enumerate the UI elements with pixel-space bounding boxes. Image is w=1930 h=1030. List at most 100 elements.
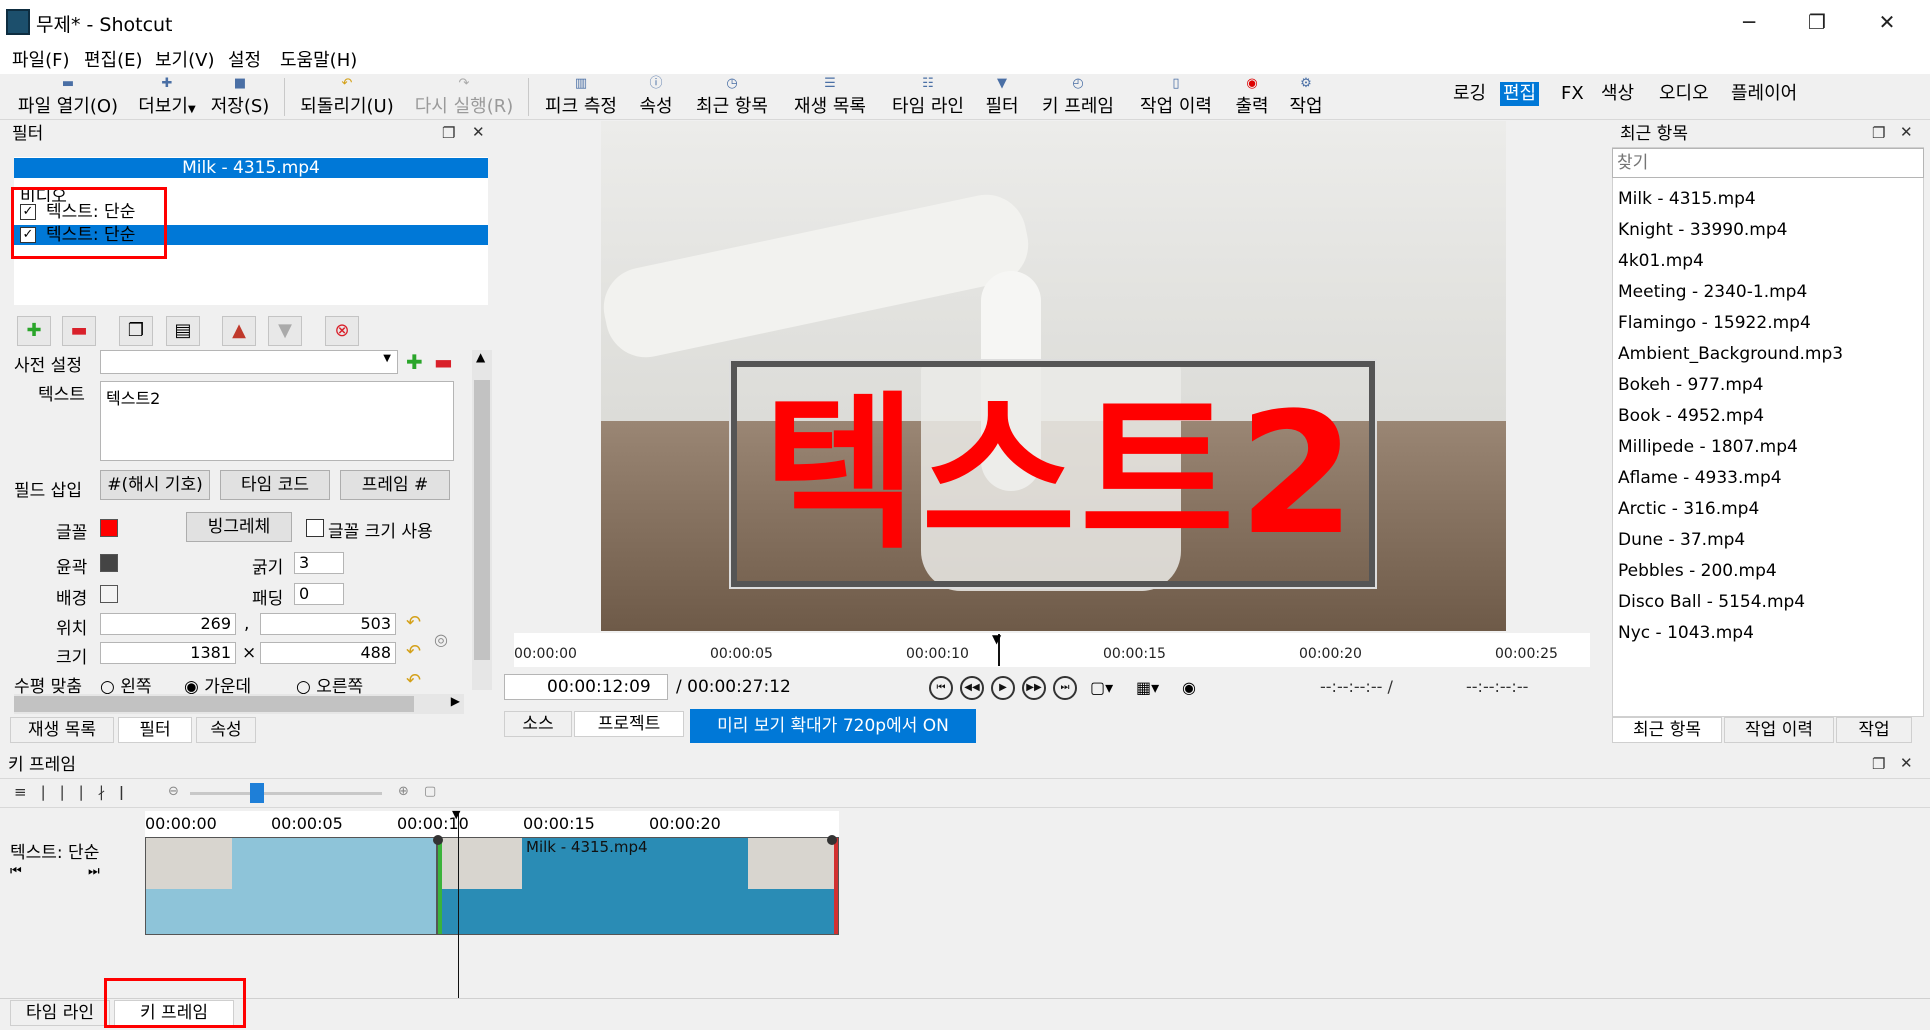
properties-button[interactable]: ⓘ 속성 bbox=[636, 76, 676, 118]
menu-settings[interactable]: 설정 bbox=[228, 46, 261, 72]
zoom-in-icon[interactable]: ⊕ bbox=[398, 784, 409, 799]
history-button[interactable]: ▯ 작업 이력 bbox=[1134, 76, 1218, 118]
size-height-input[interactable]: 488 bbox=[260, 642, 396, 664]
maximize-button[interactable]: ❐ bbox=[1792, 6, 1842, 38]
tab-playlist[interactable]: 재생 목록 bbox=[10, 717, 114, 743]
skip-start-icon[interactable]: ⏮ bbox=[929, 676, 953, 700]
clip-inactive-region[interactable] bbox=[145, 837, 437, 935]
zoom-slider-track[interactable] bbox=[190, 792, 382, 795]
keyframes-playhead[interactable] bbox=[458, 811, 459, 998]
layout-editing[interactable]: 편집 bbox=[1500, 82, 1540, 106]
save-button[interactable]: ■ 저장(S) bbox=[208, 76, 272, 118]
preset-select[interactable]: ▼ bbox=[100, 350, 398, 374]
recent-item[interactable]: Disco Ball - 5154.mp4 bbox=[1618, 592, 1805, 612]
grid-toggle-icon[interactable]: ▦▾ bbox=[1136, 678, 1159, 697]
recent-item[interactable]: Milk - 4315.mp4 bbox=[1618, 189, 1756, 209]
layout-logging[interactable]: 로깅 bbox=[1450, 82, 1489, 106]
padding-spinbox[interactable]: 0 bbox=[294, 583, 344, 605]
close-panel-icon[interactable]: ✕ bbox=[1900, 123, 1913, 141]
paste-filter-button[interactable]: ▤ bbox=[166, 316, 200, 346]
redo-button[interactable]: ↷ 다시 실행(R) bbox=[410, 76, 518, 118]
insert-hash-button[interactable]: #(해시 기호) bbox=[100, 470, 210, 500]
recent-button[interactable]: ◷ 최근 항목 bbox=[690, 76, 774, 118]
filter-horizontal-scrollbar[interactable]: ▶ bbox=[14, 694, 464, 714]
timeline-button[interactable]: ☷ 타임 라인 bbox=[886, 76, 970, 118]
export-button[interactable]: ◉ 출력 bbox=[1232, 76, 1272, 118]
recent-item[interactable]: Meeting - 2340-1.mp4 bbox=[1618, 282, 1807, 302]
rewind-icon[interactable]: ◀◀ bbox=[960, 676, 984, 700]
font-size-checkbox[interactable] bbox=[306, 519, 324, 537]
fast-forward-icon[interactable]: ▶▶ bbox=[1022, 676, 1046, 700]
move-down-button[interactable]: ▼ bbox=[268, 316, 302, 346]
current-timecode-input[interactable]: 00:00:12:09 bbox=[504, 674, 668, 700]
layout-player[interactable]: 플레이어 bbox=[1728, 82, 1800, 106]
skip-end-icon[interactable]: ⏭ bbox=[1053, 676, 1077, 700]
recent-item[interactable]: Arctic - 316.mp4 bbox=[1618, 499, 1759, 519]
reset-size-icon[interactable]: ↶ bbox=[406, 641, 421, 662]
recent-item[interactable]: 4k01.mp4 bbox=[1618, 251, 1704, 271]
tab-history[interactable]: 작업 이력 bbox=[1724, 717, 1834, 743]
tab-jobs[interactable]: 작업 bbox=[1836, 717, 1912, 743]
recent-item[interactable]: Aflame - 4933.mp4 bbox=[1618, 468, 1782, 488]
more-button[interactable]: ✚ 더보기▼ bbox=[136, 76, 198, 118]
filter-vertical-scrollbar[interactable]: ▲ bbox=[472, 350, 492, 690]
deselect-filter-button[interactable]: ⊗ bbox=[325, 316, 359, 346]
layout-audio[interactable]: 오디오 bbox=[1656, 82, 1712, 106]
prev-keyframe-icon[interactable]: ⏮ bbox=[10, 864, 22, 879]
keyframe-point[interactable] bbox=[433, 835, 443, 845]
keyframe-tool-icons[interactable]: ≡|||∤ǀ bbox=[14, 783, 138, 801]
recent-item[interactable]: Flamingo - 15922.mp4 bbox=[1618, 313, 1811, 333]
next-keyframe-icon[interactable]: ⏭ bbox=[88, 864, 100, 879]
tab-recent[interactable]: 최근 항목 bbox=[1612, 717, 1722, 743]
undo-button[interactable]: ↶ 되돌리기(U) bbox=[296, 76, 398, 118]
recent-item[interactable]: Ambient_Background.mp3 bbox=[1618, 344, 1843, 364]
player-ruler[interactable] bbox=[514, 633, 1590, 667]
recent-search-input[interactable] bbox=[1612, 148, 1924, 178]
recent-item[interactable]: Millipede - 1807.mp4 bbox=[1618, 437, 1798, 457]
volume-icon[interactable]: ◉ bbox=[1182, 678, 1196, 697]
minimize-button[interactable]: ─ bbox=[1724, 6, 1774, 38]
move-up-button[interactable]: ▲ bbox=[222, 316, 256, 346]
tab-properties[interactable]: 속성 bbox=[196, 717, 256, 743]
tab-filters[interactable]: 필터 bbox=[118, 717, 192, 743]
close-window-button[interactable]: ✕ bbox=[1862, 6, 1912, 38]
menu-help[interactable]: 도움말(H) bbox=[280, 46, 357, 72]
background-color-swatch[interactable] bbox=[100, 585, 118, 603]
save-preset-icon[interactable]: ✚ bbox=[406, 350, 423, 374]
keyframes-button[interactable]: ◴ 키 프레임 bbox=[1036, 76, 1120, 118]
menu-file[interactable]: 파일(F) bbox=[12, 46, 70, 72]
outline-color-swatch[interactable] bbox=[100, 554, 118, 572]
recent-item[interactable]: Bokeh - 977.mp4 bbox=[1618, 375, 1764, 395]
zoom-slider-handle[interactable] bbox=[250, 783, 264, 803]
insert-frame-button[interactable]: 프레임 # bbox=[340, 470, 450, 500]
play-icon[interactable]: ▶ bbox=[991, 676, 1015, 700]
filters-button[interactable]: ▼ 필터 bbox=[982, 76, 1022, 118]
open-file-button[interactable]: ▬ 파일 열기(O) bbox=[14, 76, 122, 118]
recent-item[interactable]: Knight - 33990.mp4 bbox=[1618, 220, 1787, 240]
peak-meter-button[interactable]: ▥ 피크 측정 bbox=[540, 76, 622, 118]
size-width-input[interactable]: 1381 bbox=[100, 642, 236, 664]
tab-timeline[interactable]: 타임 라인 bbox=[10, 1000, 110, 1026]
keyframe-toggle-icon[interactable]: ◎ bbox=[434, 630, 448, 649]
float-panel-icon[interactable]: ❐ bbox=[442, 124, 455, 142]
position-x-input[interactable]: 269 bbox=[100, 613, 236, 635]
recent-item[interactable]: Pebbles - 200.mp4 bbox=[1618, 561, 1777, 581]
float-panel-icon[interactable]: ❐ bbox=[1872, 755, 1885, 773]
close-panel-icon[interactable]: ✕ bbox=[1900, 754, 1913, 772]
menu-edit[interactable]: 편집(E) bbox=[84, 46, 143, 72]
thickness-spinbox[interactable]: 3 bbox=[294, 552, 344, 574]
reset-align-icon[interactable]: ↶ bbox=[406, 670, 421, 691]
keyframes-ruler[interactable] bbox=[145, 811, 839, 837]
font-select-button[interactable]: 빙그레체 bbox=[186, 512, 292, 542]
font-color-swatch[interactable] bbox=[100, 519, 118, 537]
recent-item[interactable]: Dune - 37.mp4 bbox=[1618, 530, 1745, 550]
jobs-button[interactable]: ⚙ 작업 bbox=[1286, 76, 1326, 118]
filter-in-marker[interactable] bbox=[438, 838, 442, 934]
playlist-button[interactable]: ☰ 재생 목록 bbox=[788, 76, 872, 118]
layout-fx[interactable]: FX bbox=[1558, 82, 1587, 106]
filter-out-marker[interactable] bbox=[834, 838, 838, 934]
tab-source[interactable]: 소스 bbox=[504, 711, 572, 737]
insert-timecode-button[interactable]: 타임 코드 bbox=[220, 470, 330, 500]
text-input[interactable]: 텍스트2 bbox=[100, 381, 454, 461]
copy-filter-button[interactable]: ❐ bbox=[119, 316, 153, 346]
